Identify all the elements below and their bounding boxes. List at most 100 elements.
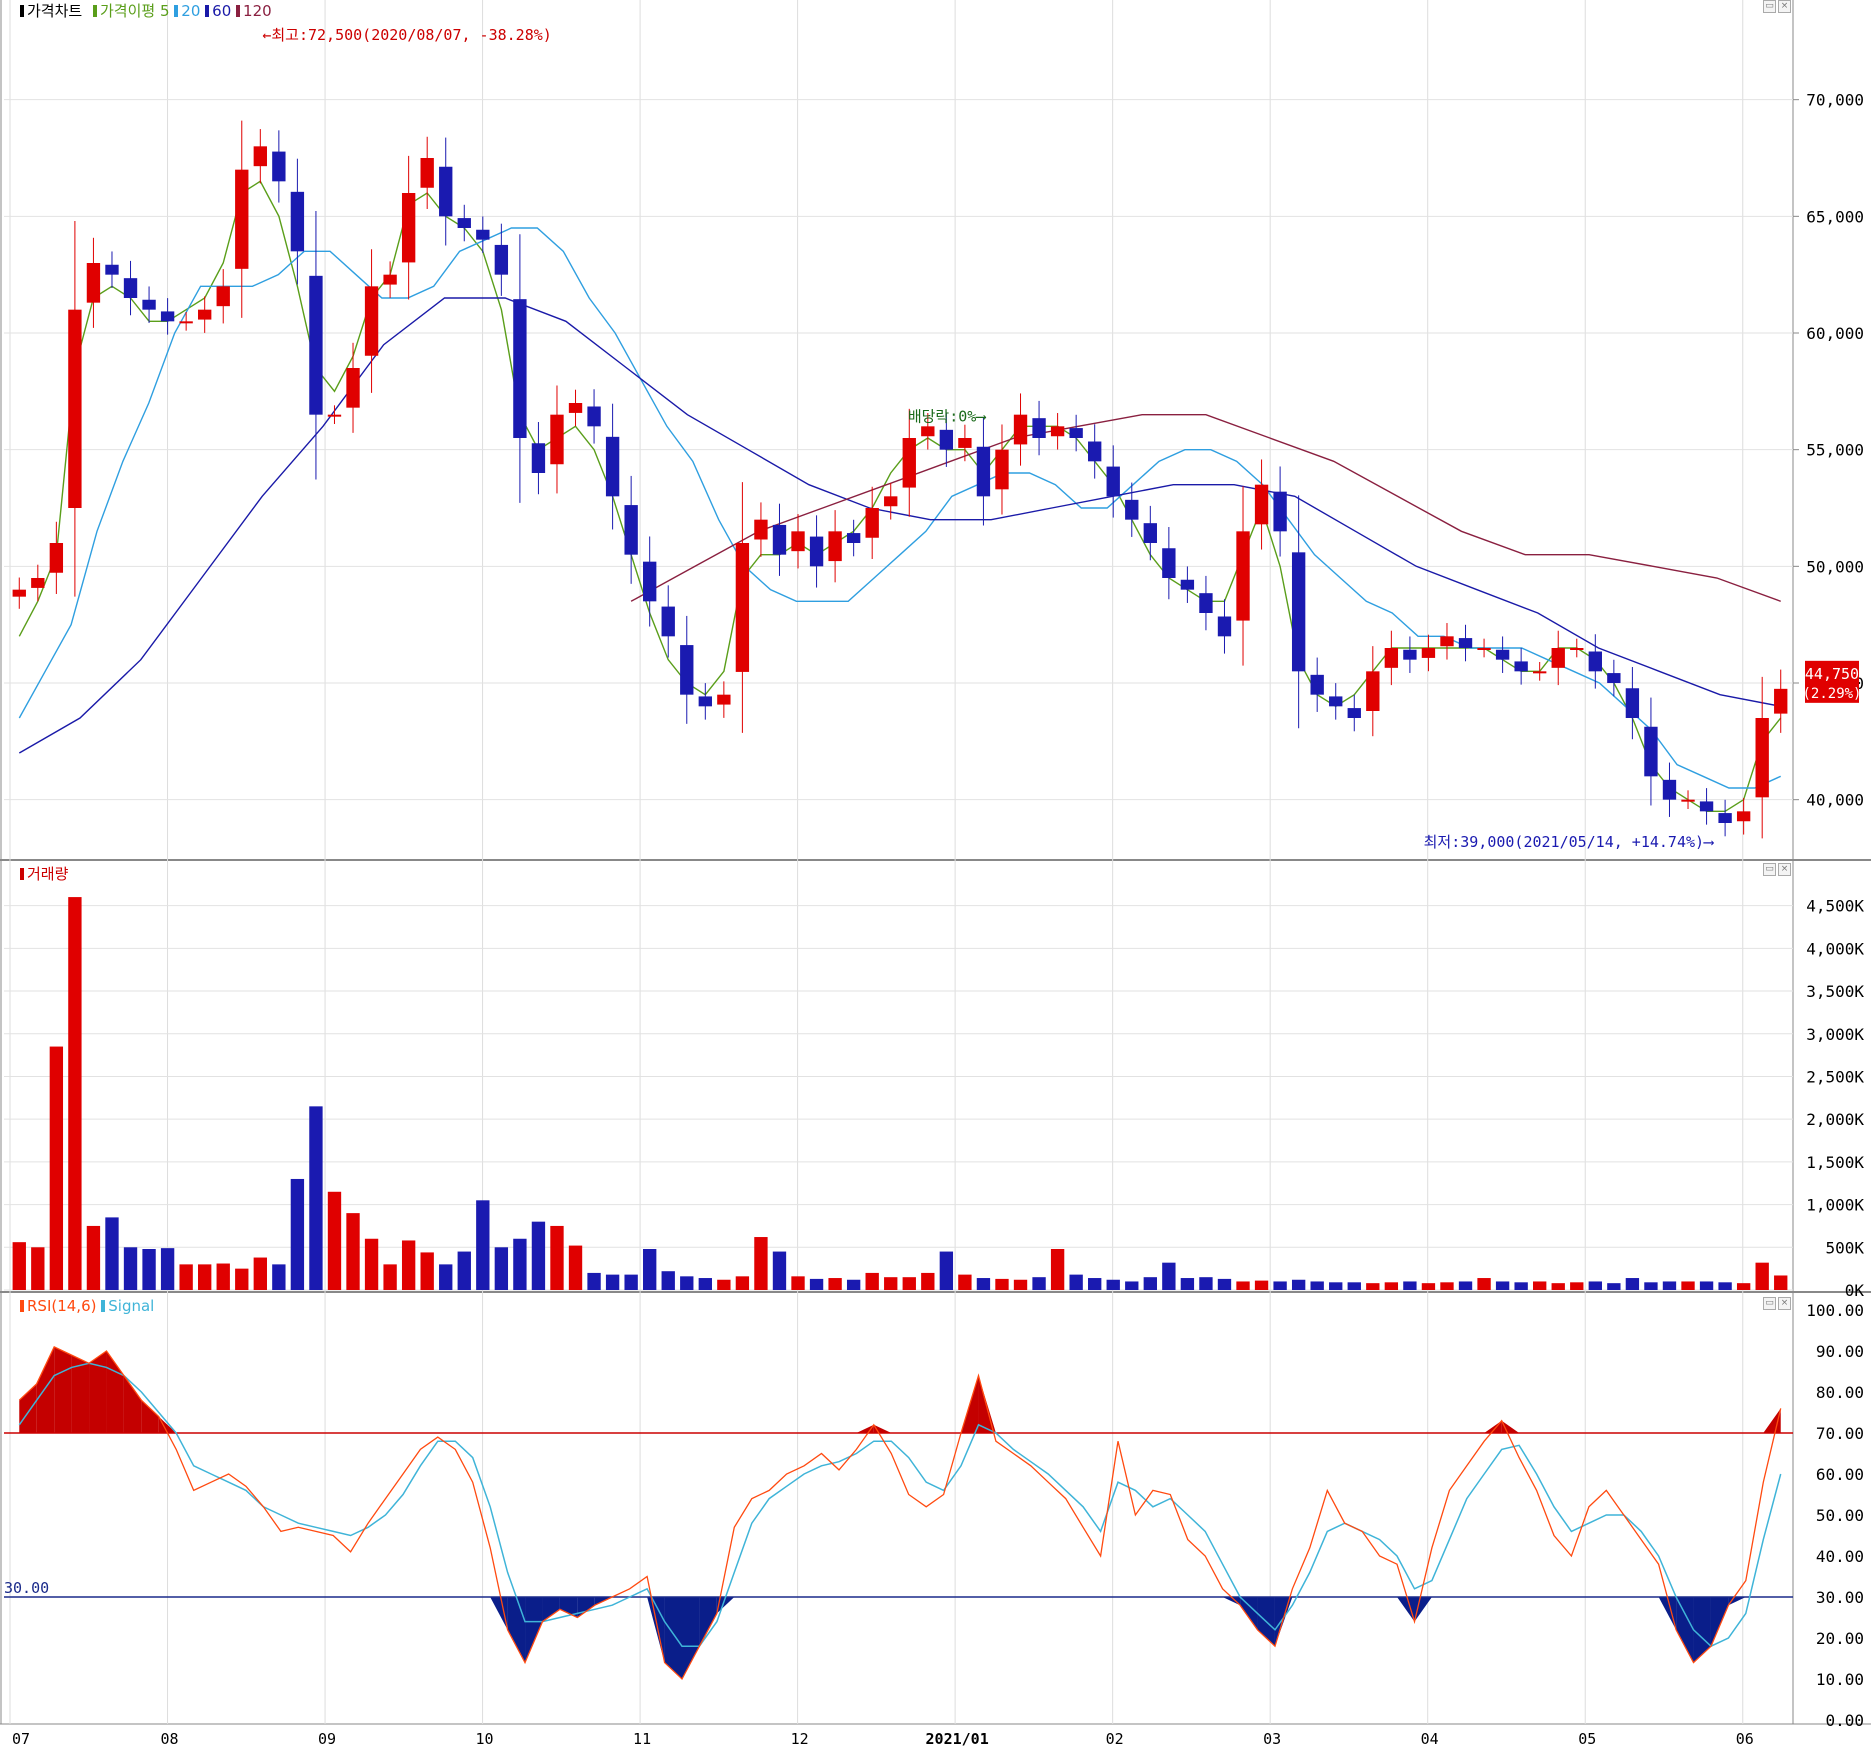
rsi-oversold-fill	[699, 1597, 717, 1647]
volume-bar	[735, 1276, 750, 1290]
price-panel-title: 가격차트 가격이평 5 20 60 120	[20, 0, 272, 21]
volume-bar	[309, 1106, 323, 1290]
candle-body	[1291, 552, 1306, 672]
volume-bar	[364, 1238, 379, 1290]
candle-body	[216, 286, 230, 307]
volume-bar	[1180, 1278, 1195, 1290]
volume-bar	[1644, 1282, 1658, 1290]
candle-body	[587, 406, 601, 427]
volume-bar	[123, 1247, 138, 1290]
volume-bar	[1384, 1282, 1399, 1290]
volume-bar	[216, 1263, 230, 1290]
rsi-panel-title: RSI(14,6) Signal	[20, 1297, 154, 1315]
volume-bar	[1477, 1278, 1491, 1290]
volume-bar	[253, 1257, 267, 1290]
volume-bar	[1310, 1281, 1324, 1290]
volume-bar	[179, 1264, 193, 1290]
candle-body	[327, 414, 342, 417]
high-annotation: ←최고:72,500(2020/08/07, -38.28%)	[262, 26, 552, 44]
candle-body	[550, 414, 564, 465]
price-tick-label: 50,000	[1806, 557, 1864, 576]
candle-body	[1607, 673, 1621, 683]
x-tick-label: 06	[1736, 1730, 1754, 1748]
legend-marker-icon	[174, 5, 179, 17]
volume-bar	[605, 1274, 620, 1290]
candle-body	[1477, 648, 1491, 650]
candle-body	[476, 229, 490, 240]
volume-close-icon[interactable]: ×	[1778, 863, 1791, 876]
candle-body	[605, 436, 620, 497]
price-tick-label: 70,000	[1806, 91, 1864, 110]
volume-bar	[142, 1249, 156, 1290]
volume-minimize-icon[interactable]: ▭	[1763, 863, 1776, 876]
volume-bar	[198, 1264, 212, 1290]
rsi-overbought-fill	[141, 1400, 159, 1433]
candle-body	[1440, 636, 1454, 647]
rsi-close-icon[interactable]: ×	[1778, 1297, 1791, 1310]
volume-bar	[1403, 1281, 1417, 1290]
candle-body	[1625, 688, 1640, 718]
candle-body	[457, 218, 471, 228]
last-change-label: (2.29%)	[1802, 686, 1861, 702]
legend-marker-icon	[236, 5, 241, 17]
volume-bar	[1050, 1249, 1065, 1290]
volume-tick-label: 4,000K	[1806, 939, 1864, 958]
volume-bar	[902, 1277, 916, 1290]
volume-tick-label: 4,500K	[1806, 897, 1864, 916]
volume-bar	[624, 1274, 638, 1290]
price-close-icon[interactable]: ×	[1778, 0, 1791, 13]
rsi-minimize-icon[interactable]: ▭	[1763, 1297, 1776, 1310]
volume-bar	[1013, 1279, 1028, 1290]
candle-body	[1551, 648, 1565, 668]
ma120-legend: 120	[243, 2, 272, 20]
candle-body	[1069, 428, 1083, 438]
volume-bar	[661, 1271, 675, 1290]
volume-bar	[1588, 1281, 1602, 1290]
volume-bar	[828, 1278, 842, 1290]
volume-bar	[49, 1046, 64, 1290]
rsi-oversold-fill	[1676, 1597, 1694, 1663]
candle-body	[290, 191, 305, 252]
candle-body	[531, 443, 546, 473]
candle-body	[902, 438, 916, 488]
candle-body	[1329, 696, 1343, 707]
volume-bar	[457, 1251, 471, 1290]
candle-body	[809, 536, 824, 567]
signal-legend: Signal	[108, 1297, 155, 1315]
volume-bar	[1236, 1281, 1250, 1290]
volume-tick-label: 3,500K	[1806, 982, 1864, 1001]
volume-tick-label: 2,000K	[1806, 1110, 1864, 1129]
candle-body	[1384, 648, 1399, 668]
volume-bar	[995, 1278, 1009, 1290]
dividend-annotation: 배당락:0%⟶	[908, 408, 986, 426]
volume-bar	[383, 1264, 397, 1290]
x-tick-label: 05	[1578, 1730, 1596, 1748]
rsi-overbought-fill	[54, 1346, 72, 1433]
volume-bar	[1088, 1278, 1102, 1290]
candle-body	[976, 446, 991, 497]
volume-bar	[698, 1278, 712, 1290]
chart-window: 0708091011122021/01020304050640,00045,00…	[0, 0, 1871, 1748]
candle-body	[31, 578, 45, 588]
price-tick-label: 60,000	[1806, 324, 1864, 343]
candle-body	[1088, 441, 1102, 462]
volume-bar	[809, 1278, 824, 1290]
volume-bar	[1329, 1282, 1343, 1290]
candle-body	[624, 505, 638, 555]
candle-body	[1310, 674, 1324, 695]
ma-line-60	[18, 297, 1781, 754]
candle-body	[643, 561, 657, 602]
legend-marker-icon	[205, 5, 210, 17]
legend-marker-icon	[92, 5, 97, 17]
volume-bar	[884, 1277, 898, 1290]
price-minimize-icon[interactable]: ▭	[1763, 0, 1776, 13]
rsi-tick-label: 20.00	[1816, 1629, 1864, 1648]
candle-body	[383, 274, 397, 285]
volume-tick-label: 1,500K	[1806, 1153, 1864, 1172]
x-tick-label: 04	[1421, 1730, 1439, 1748]
candle-body	[1718, 813, 1732, 823]
volume-bar	[1625, 1278, 1640, 1290]
volume-bar	[420, 1252, 434, 1290]
candle-body	[1588, 651, 1602, 672]
candle-body	[921, 426, 935, 437]
